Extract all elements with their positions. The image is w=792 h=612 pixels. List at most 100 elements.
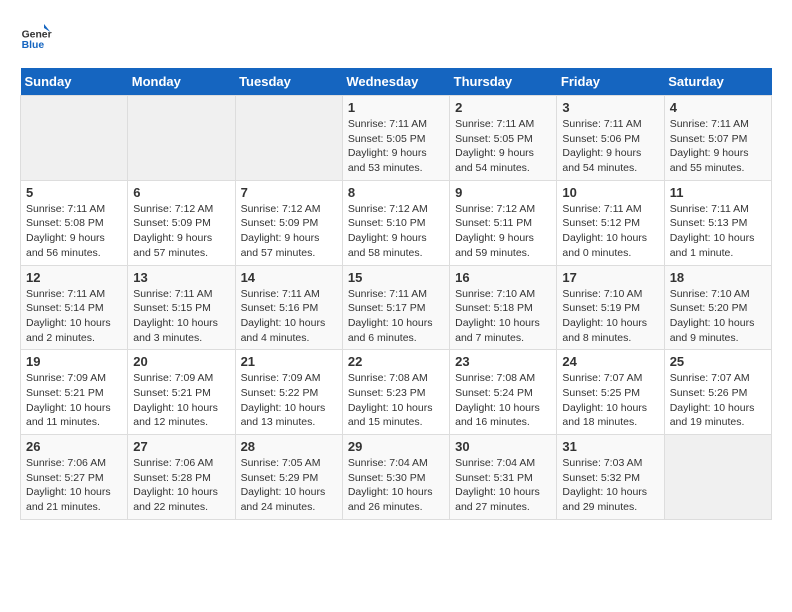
weekday-header: Friday [557, 68, 664, 96]
day-info: Sunrise: 7:04 AMSunset: 5:30 PMDaylight:… [348, 456, 444, 515]
svg-text:Blue: Blue [22, 40, 45, 51]
calendar-cell: 12 Sunrise: 7:11 AMSunset: 5:14 PMDayligh… [21, 265, 128, 350]
calendar-cell: 24 Sunrise: 7:07 AMSunset: 5:25 PMDayligh… [557, 350, 664, 435]
calendar-table: SundayMondayTuesdayWednesdayThursdayFrid… [20, 68, 772, 520]
day-number: 23 [455, 354, 551, 369]
calendar-week-row: 5Sunrise: 7:11 AMSunset: 5:08 PMDaylight… [21, 180, 772, 265]
calendar-cell: 21 Sunrise: 7:09 AMSunset: 5:22 PMDayligh… [235, 350, 342, 435]
day-info: Sunrise: 7:03 AMSunset: 5:32 PMDaylight:… [562, 456, 658, 515]
day-info: Sunrise: 7:07 AMSunset: 5:26 PMDaylight:… [670, 371, 766, 430]
day-number: 20 [133, 354, 229, 369]
day-number: 24 [562, 354, 658, 369]
day-info: Sunrise: 7:06 AMSunset: 5:27 PMDaylight:… [26, 456, 122, 515]
day-number: 21 [241, 354, 337, 369]
day-info: Sunrise: 7:11 AMSunset: 5:05 PMDaylight:… [455, 117, 551, 176]
day-number: 8 [348, 185, 444, 200]
calendar-cell [21, 96, 128, 181]
calendar-week-row: 19 Sunrise: 7:09 AMSunset: 5:21 PMDayligh… [21, 350, 772, 435]
day-number: 4 [670, 100, 766, 115]
calendar-cell [235, 96, 342, 181]
calendar-cell [664, 435, 771, 520]
day-info: Sunrise: 7:04 AMSunset: 5:31 PMDaylight:… [455, 456, 551, 515]
calendar-cell: 22Sunrise: 7:08 AMSunset: 5:23 PMDayligh… [342, 350, 449, 435]
day-number: 6 [133, 185, 229, 200]
day-number: 28 [241, 439, 337, 454]
day-info: Sunrise: 7:11 AMSunset: 5:05 PMDaylight:… [348, 117, 444, 176]
day-info: Sunrise: 7:11 AMSunset: 5:13 PMDaylight:… [670, 202, 766, 261]
calendar-cell: 18 Sunrise: 7:10 AMSunset: 5:20 PMDayligh… [664, 265, 771, 350]
day-info: Sunrise: 7:08 AMSunset: 5:24 PMDaylight:… [455, 371, 551, 430]
day-number: 26 [26, 439, 122, 454]
calendar-cell: 6 Sunrise: 7:12 AMSunset: 5:09 PMDaylight… [128, 180, 235, 265]
day-info: Sunrise: 7:10 AMSunset: 5:20 PMDaylight:… [670, 287, 766, 346]
day-number: 7 [241, 185, 337, 200]
calendar-cell: 11 Sunrise: 7:11 AMSunset: 5:13 PMDayligh… [664, 180, 771, 265]
calendar-cell [128, 96, 235, 181]
calendar-cell: 15Sunrise: 7:11 AMSunset: 5:17 PMDayligh… [342, 265, 449, 350]
day-number: 14 [241, 270, 337, 285]
day-info: Sunrise: 7:11 AMSunset: 5:08 PMDaylight:… [26, 202, 122, 261]
calendar-cell: 5Sunrise: 7:11 AMSunset: 5:08 PMDaylight… [21, 180, 128, 265]
weekday-header: Thursday [450, 68, 557, 96]
day-number: 31 [562, 439, 658, 454]
calendar-cell: 13 Sunrise: 7:11 AMSunset: 5:15 PMDayligh… [128, 265, 235, 350]
day-info: Sunrise: 7:12 AMSunset: 5:11 PMDaylight:… [455, 202, 551, 261]
day-number: 9 [455, 185, 551, 200]
weekday-header: Wednesday [342, 68, 449, 96]
day-number: 10 [562, 185, 658, 200]
day-info: Sunrise: 7:09 AMSunset: 5:21 PMDaylight:… [26, 371, 122, 430]
day-number: 3 [562, 100, 658, 115]
calendar-cell: 4 Sunrise: 7:11 AMSunset: 5:07 PMDaylight… [664, 96, 771, 181]
logo-icon: General Blue [20, 20, 52, 52]
day-number: 18 [670, 270, 766, 285]
weekday-header: Sunday [21, 68, 128, 96]
day-info: Sunrise: 7:11 AMSunset: 5:12 PMDaylight:… [562, 202, 658, 261]
calendar-cell: 29Sunrise: 7:04 AMSunset: 5:30 PMDayligh… [342, 435, 449, 520]
day-number: 12 [26, 270, 122, 285]
day-info: Sunrise: 7:07 AMSunset: 5:25 PMDaylight:… [562, 371, 658, 430]
calendar-cell: 27 Sunrise: 7:06 AMSunset: 5:28 PMDayligh… [128, 435, 235, 520]
calendar-week-row: 26 Sunrise: 7:06 AMSunset: 5:27 PMDayligh… [21, 435, 772, 520]
day-number: 1 [348, 100, 444, 115]
calendar-cell: 3 Sunrise: 7:11 AMSunset: 5:06 PMDaylight… [557, 96, 664, 181]
day-info: Sunrise: 7:11 AMSunset: 5:14 PMDaylight:… [26, 287, 122, 346]
day-number: 11 [670, 185, 766, 200]
day-number: 25 [670, 354, 766, 369]
logo: General Blue [20, 20, 56, 52]
calendar-cell: 25 Sunrise: 7:07 AMSunset: 5:26 PMDayligh… [664, 350, 771, 435]
calendar-cell: 8 Sunrise: 7:12 AMSunset: 5:10 PMDaylight… [342, 180, 449, 265]
day-number: 19 [26, 354, 122, 369]
day-info: Sunrise: 7:11 AMSunset: 5:07 PMDaylight:… [670, 117, 766, 176]
calendar-cell: 16 Sunrise: 7:10 AMSunset: 5:18 PMDayligh… [450, 265, 557, 350]
day-info: Sunrise: 7:12 AMSunset: 5:09 PMDaylight:… [241, 202, 337, 261]
day-info: Sunrise: 7:11 AMSunset: 5:15 PMDaylight:… [133, 287, 229, 346]
calendar-cell: 10 Sunrise: 7:11 AMSunset: 5:12 PMDayligh… [557, 180, 664, 265]
day-info: Sunrise: 7:11 AMSunset: 5:06 PMDaylight:… [562, 117, 658, 176]
svg-text:General: General [22, 30, 52, 41]
day-number: 15 [348, 270, 444, 285]
day-info: Sunrise: 7:12 AMSunset: 5:09 PMDaylight:… [133, 202, 229, 261]
day-info: Sunrise: 7:11 AMSunset: 5:16 PMDaylight:… [241, 287, 337, 346]
day-info: Sunrise: 7:05 AMSunset: 5:29 PMDaylight:… [241, 456, 337, 515]
day-number: 27 [133, 439, 229, 454]
day-number: 22 [348, 354, 444, 369]
weekday-header: Monday [128, 68, 235, 96]
calendar-cell: 30 Sunrise: 7:04 AMSunset: 5:31 PMDayligh… [450, 435, 557, 520]
day-info: Sunrise: 7:10 AMSunset: 5:18 PMDaylight:… [455, 287, 551, 346]
calendar-week-row: 1 Sunrise: 7:11 AMSunset: 5:05 PMDaylight… [21, 96, 772, 181]
day-number: 16 [455, 270, 551, 285]
calendar-cell: 14 Sunrise: 7:11 AMSunset: 5:16 PMDayligh… [235, 265, 342, 350]
day-number: 13 [133, 270, 229, 285]
day-number: 2 [455, 100, 551, 115]
weekday-header-row: SundayMondayTuesdayWednesdayThursdayFrid… [21, 68, 772, 96]
calendar-cell: 7 Sunrise: 7:12 AMSunset: 5:09 PMDaylight… [235, 180, 342, 265]
page-header: General Blue [20, 20, 772, 52]
calendar-cell: 17Sunrise: 7:10 AMSunset: 5:19 PMDayligh… [557, 265, 664, 350]
calendar-cell: 20Sunrise: 7:09 AMSunset: 5:21 PMDayligh… [128, 350, 235, 435]
day-number: 30 [455, 439, 551, 454]
day-info: Sunrise: 7:06 AMSunset: 5:28 PMDaylight:… [133, 456, 229, 515]
calendar-cell: 1 Sunrise: 7:11 AMSunset: 5:05 PMDaylight… [342, 96, 449, 181]
day-info: Sunrise: 7:12 AMSunset: 5:10 PMDaylight:… [348, 202, 444, 261]
calendar-week-row: 12 Sunrise: 7:11 AMSunset: 5:14 PMDayligh… [21, 265, 772, 350]
day-info: Sunrise: 7:09 AMSunset: 5:22 PMDaylight:… [241, 371, 337, 430]
